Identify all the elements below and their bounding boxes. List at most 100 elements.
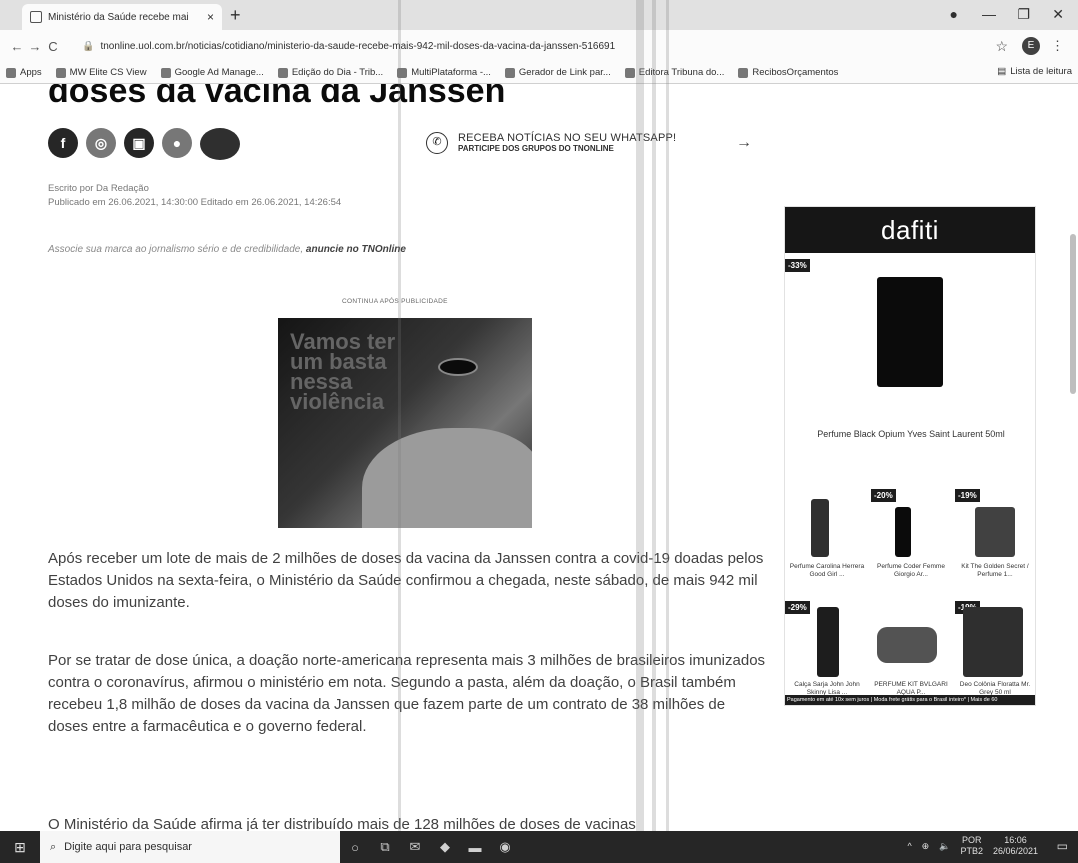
discount-badge: -19% [955, 489, 980, 502]
app-icon[interactable]: ◆ [430, 839, 460, 855]
restore-button[interactable]: ❐ [1017, 6, 1030, 23]
bookmark-item[interactable]: RecibosOrçamentos [738, 67, 838, 78]
forward-icon[interactable]: → [26, 39, 44, 54]
article-paragraph: O Ministério da Saúde afirma já ter dist… [48, 816, 636, 831]
task-view-icon[interactable]: ⧉ [370, 839, 400, 855]
article-paragraph: Por se tratar de dose única, a doação no… [48, 652, 766, 735]
system-tray: ^ ⊕ 🔈 POR PTB2 16:06 26/06/2021 [907, 835, 1038, 857]
address-bar-row: ← → C 🔒 tnonline.uol.com.br/noticias/coti… [0, 30, 1078, 62]
bookmark-icon [277, 67, 288, 78]
ad-image-hand [362, 428, 532, 528]
bookmark-item[interactable]: Editora Tribuna do... [624, 67, 724, 78]
bookmark-star-icon[interactable]: ☆ [995, 38, 1008, 55]
page-scrollbar[interactable] [1070, 234, 1076, 394]
publish-dates: Publicado em 26.06.2021, 14:30:00 Editad… [48, 197, 342, 208]
ad-image[interactable]: Vamos ter um basta nessa violência [278, 318, 532, 528]
search-icon: ⌕ [50, 840, 57, 853]
product-image [963, 607, 1023, 677]
product-name: Perfume Carolina Herrera Good Girl ... [789, 563, 865, 578]
author-line: Escrito por Da Redação [48, 183, 149, 194]
close-window-button[interactable]: ✕ [1052, 6, 1064, 23]
chevron-up-icon[interactable]: ^ [907, 841, 911, 851]
whatsapp-promo-subtitle: PARTICIPE DOS GRUPOS DO TNONLINE [458, 144, 614, 153]
reading-list-icon: ▤ [997, 66, 1007, 77]
product-image [895, 507, 911, 557]
chrome-icon[interactable]: ◉ [490, 839, 520, 855]
windows-start-icon[interactable]: ⊞ [0, 839, 40, 856]
lock-icon: 🔒 [82, 40, 95, 52]
volume-icon[interactable]: 🔈 [939, 841, 950, 852]
comment-icon[interactable] [200, 128, 240, 160]
bookmark-item[interactable]: MultiPlataforma -... [397, 67, 491, 78]
product-image [811, 499, 829, 557]
notifications-icon[interactable]: ▭ [1057, 839, 1068, 853]
bookmark-item[interactable]: Gerador de Link par... [504, 67, 611, 78]
tab-bar: Ministério da Saúde recebe mai × + ● — ❐… [0, 0, 1078, 30]
bookmark-icon [624, 67, 635, 78]
taskbar-search[interactable]: ⌕ Digite aqui para pesquisar [40, 831, 340, 863]
profile-avatar[interactable]: E [1022, 37, 1040, 55]
taskbar-search-placeholder: Digite aqui para pesquisar [64, 841, 192, 853]
bookmark-icon [160, 67, 171, 78]
browser-tab[interactable]: Ministério da Saúde recebe mai × [22, 4, 222, 30]
advertise-promo: Associe sua marca ao jornalismo sério e … [48, 244, 406, 255]
menu-icon[interactable]: ⋮ [1051, 38, 1064, 54]
arrow-right-icon[interactable]: → [736, 134, 752, 152]
twitter-icon[interactable]: ● [162, 128, 192, 158]
discount-badge: -20% [871, 489, 896, 502]
whatsapp-icon[interactable]: ◎ [86, 128, 116, 158]
language-indicator[interactable]: POR PTB2 [960, 835, 983, 857]
reading-list-button[interactable]: ▤ Lista de leitura [997, 66, 1072, 77]
article-meta: Escrito por Da Redação Publicado em 26.0… [48, 182, 341, 210]
product-name: Perfume Coder Femme Giorgio Ar... [877, 563, 945, 578]
ad-label: CONTINUA APÓS PUBLICIDADE [342, 298, 448, 305]
article-headline: doses da vacina da Janssen [48, 84, 506, 110]
product-image [877, 627, 937, 663]
bookmark-icon [397, 67, 408, 78]
discount-badge: -33% [785, 259, 810, 272]
favicon-icon [30, 11, 42, 23]
advertise-link[interactable]: anuncie no TNOnline [306, 244, 406, 255]
whatsapp-promo-icon: ✆ [426, 132, 448, 154]
bookmark-item[interactable]: Google Ad Manage... [160, 67, 264, 78]
close-tab-icon[interactable]: × [207, 10, 214, 24]
product-name: Kit The Golden Secret / Perfume 1... [961, 563, 1029, 578]
bookmark-icon [55, 67, 66, 78]
mail-icon[interactable]: ✉ [400, 839, 430, 855]
main-product-name: Perfume Black Opium Yves Saint Laurent 5… [817, 429, 1005, 439]
bookmarks-bar: Apps MW Elite CS View Google Ad Manage..… [0, 62, 1078, 84]
apps-icon [6, 67, 16, 78]
ad-image-text: Vamos ter um basta nessa violência [290, 329, 396, 414]
ad-image-eye [438, 358, 478, 376]
sidebar-ad[interactable]: dafiti -33% Perfume Black Opium Yves Sai… [784, 206, 1036, 706]
minimize-button[interactable]: — [982, 6, 996, 22]
share-buttons: f ◎ ▣ ● [48, 128, 240, 160]
article-paragraph: Após receber um lote de mais de 2 milhõe… [48, 550, 764, 611]
bookmark-item[interactable]: Edição do Dia - Trib... [277, 67, 383, 78]
new-tab-button[interactable]: + [230, 5, 241, 26]
instagram-icon[interactable]: ▣ [124, 128, 154, 158]
url-text: tnonline.uol.com.br/noticias/cotidiano/m… [100, 40, 616, 52]
ad-brand: dafiti [785, 207, 1035, 253]
product-image [975, 507, 1015, 557]
ad-ticker: Pagamento em até 10x sem juros | Moda fr… [785, 695, 1035, 705]
tab-title: Ministério da Saúde recebe mai [48, 11, 189, 23]
bookmark-icon [738, 67, 749, 78]
taskbar: ⊞ ⌕ Digite aqui para pesquisar ○ ⧉ ✉ ◆ ▬… [0, 831, 1078, 863]
whatsapp-promo-title: RECEBA NOTÍCIAS NO SEU WHATSAPP! [458, 132, 677, 144]
reload-icon[interactable]: C [44, 39, 62, 54]
back-icon[interactable]: ← [8, 39, 26, 54]
record-icon: ● [949, 6, 958, 22]
file-explorer-icon[interactable]: ▬ [460, 840, 490, 855]
facebook-icon[interactable]: f [48, 128, 78, 158]
discount-badge: -29% [785, 601, 810, 614]
whatsapp-promo[interactable]: ✆ RECEBA NOTÍCIAS NO SEU WHATSAPP! PARTI… [426, 132, 676, 154]
main-product-image [877, 277, 943, 387]
clock[interactable]: 16:06 26/06/2021 [993, 835, 1038, 857]
bookmark-item[interactable]: MW Elite CS View [55, 67, 147, 78]
url-field[interactable]: 🔒 tnonline.uol.com.br/noticias/cotidiano/… [82, 41, 1078, 52]
network-icon[interactable]: ⊕ [922, 841, 930, 852]
bookmark-item[interactable]: Apps [6, 67, 42, 78]
cortana-icon[interactable]: ○ [340, 840, 370, 855]
product-image [817, 607, 839, 677]
